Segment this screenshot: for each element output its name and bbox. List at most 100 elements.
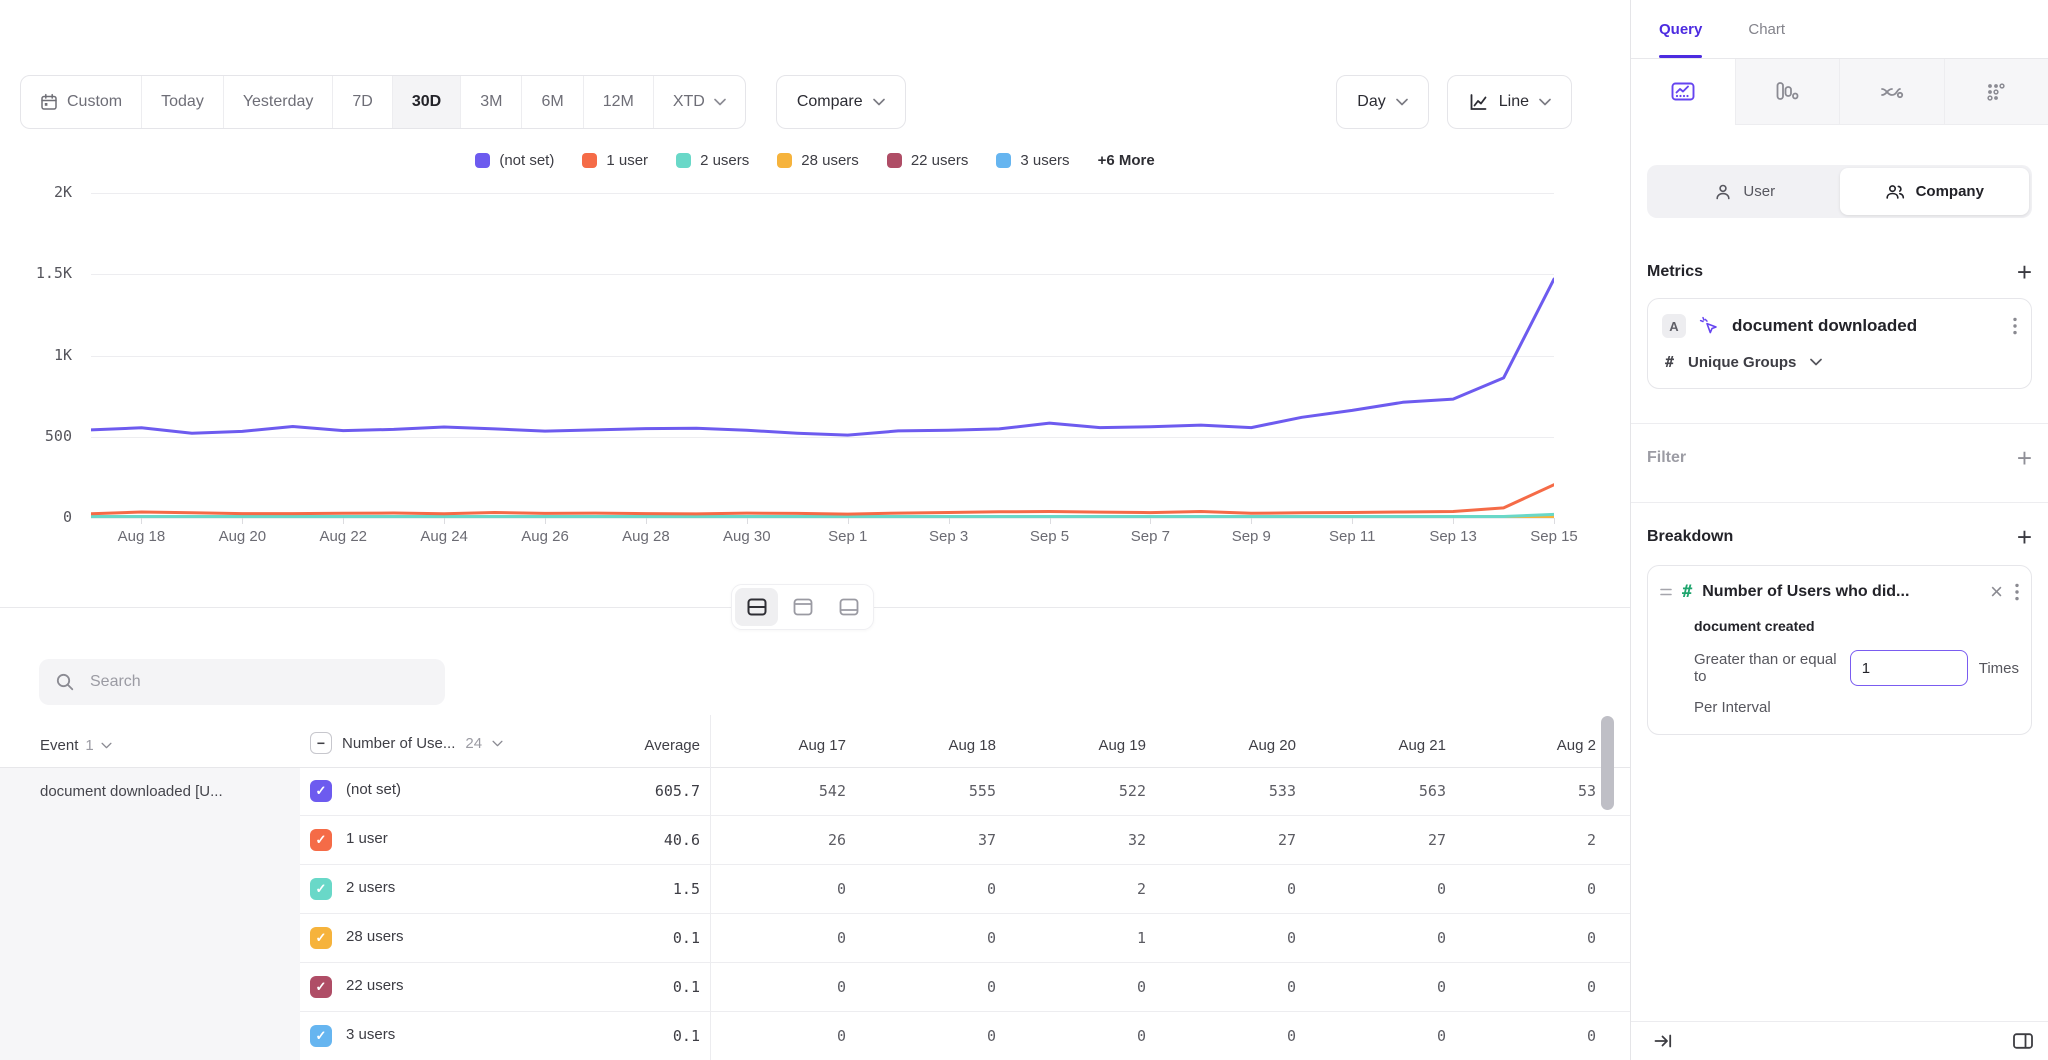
condition-label[interactable]: Greater than or equal to [1694, 651, 1839, 685]
table-view-toggle[interactable] [827, 588, 870, 626]
series-label: 22 users [346, 977, 404, 994]
table-row[interactable]: ✓1 user40.626373227272 [300, 816, 1630, 865]
search-input[interactable] [88, 672, 429, 692]
date-range-label: 30D [412, 93, 441, 111]
remove-breakdown-icon[interactable]: × [1988, 581, 2005, 603]
date-range-3m[interactable]: 3M [461, 76, 522, 128]
split-panel-icon[interactable] [2012, 1032, 2034, 1050]
add-filter-button[interactable]: + [2017, 448, 2032, 468]
date-range-7d[interactable]: 7D [333, 76, 392, 128]
select-all-checkbox[interactable]: − [310, 732, 332, 754]
flows-icon [1879, 80, 1905, 104]
metric-card[interactable]: A document downloaded # Unique Groups [1647, 298, 2032, 389]
report-tab-insights[interactable] [1631, 59, 1735, 125]
event-column-header[interactable]: Event 1 [40, 737, 112, 754]
x-axis-tick [848, 518, 849, 524]
tab-query[interactable]: Query [1659, 0, 1702, 58]
condition-value-input[interactable] [1850, 650, 1968, 686]
series-checkbox[interactable]: ✓ [310, 927, 332, 949]
series-header-label[interactable]: Number of Use... [342, 735, 455, 752]
legend-label: 2 users [700, 152, 749, 169]
date-range-xtd[interactable]: XTD [654, 76, 745, 128]
breakdown-event-name: document created [1694, 618, 2019, 634]
legend-item[interactable]: 2 users [676, 152, 749, 169]
date-column-header: Aug 20 [1160, 737, 1310, 754]
table-cell-value: 0 [1160, 1027, 1310, 1045]
average-value: 605.7 [560, 782, 700, 800]
compare-button[interactable]: Compare [776, 75, 906, 129]
chart-type-dropdown[interactable]: Line [1447, 75, 1572, 129]
series-checkbox[interactable]: ✓ [310, 976, 332, 998]
date-range-30d[interactable]: 30D [393, 76, 461, 128]
table-row[interactable]: ✓28 users0.1001000 [300, 914, 1630, 963]
legend-item[interactable]: 22 users [887, 152, 969, 169]
date-range-custom[interactable]: Custom [21, 76, 142, 128]
series-checkbox[interactable]: ✓ [310, 780, 332, 802]
y-axis-label: 1.5K [8, 264, 72, 282]
x-axis-tick [1453, 518, 1454, 524]
date-range-12m[interactable]: 12M [584, 76, 654, 128]
report-type-tabs [1631, 59, 2048, 125]
series-line--not-set-[interactable] [91, 279, 1554, 435]
table-scrollbar[interactable] [1601, 716, 1614, 810]
kebab-menu-icon[interactable] [2013, 317, 2017, 335]
kebab-menu-icon[interactable] [2015, 583, 2019, 601]
collapse-panel-icon[interactable] [1653, 1032, 1673, 1050]
chart-view-toggle[interactable] [781, 588, 824, 626]
x-axis-tick [444, 518, 445, 524]
per-interval-label[interactable]: Per Interval [1694, 699, 2019, 716]
series-checkbox[interactable]: ✓ [310, 829, 332, 851]
sidebar-bottom-bar [1631, 1021, 2048, 1060]
table-row[interactable]: ✓(not set)605.754255552253356353 [300, 767, 1630, 816]
section-divider [1631, 423, 2048, 424]
series-label: (not set) [346, 781, 401, 798]
interval-dropdown[interactable]: Day [1336, 75, 1428, 129]
table-cell-value: 0 [1160, 978, 1310, 996]
legend-item[interactable]: 3 users [996, 152, 1069, 169]
date-range-today[interactable]: Today [142, 76, 224, 128]
breakdown-card-body: document created Greater than or equal t… [1660, 618, 2019, 716]
table-row[interactable]: ✓22 users0.1000000 [300, 963, 1630, 1012]
report-tab-retention[interactable] [1944, 59, 2048, 125]
series-checkbox[interactable]: ✓ [310, 878, 332, 900]
gridline [91, 518, 1554, 519]
add-metric-button[interactable]: + [2017, 262, 2032, 282]
legend-more-button[interactable]: +6 More [1098, 152, 1155, 169]
date-range-label: 7D [352, 93, 372, 111]
breakdown-card[interactable]: # Number of Users who did... × document … [1647, 565, 2032, 735]
breakdown-condition-row: Greater than or equal to Times [1694, 650, 2019, 686]
table-cell-value: 0 [1310, 880, 1460, 898]
aggregation-dropdown[interactable]: Unique Groups [1688, 354, 1796, 371]
x-axis-label: Sep 7 [1131, 528, 1170, 545]
report-tab-flows[interactable] [1839, 59, 1944, 125]
table-cell-value: 0 [1460, 929, 1610, 947]
table-row[interactable]: ✓2 users1.5002000 [300, 865, 1630, 914]
legend-item[interactable]: 1 user [582, 152, 648, 169]
breakdown-title: Breakdown [1647, 528, 1733, 546]
x-axis-tick [343, 518, 344, 524]
x-axis-label: Aug 20 [219, 528, 267, 545]
breakdown-card-header: # Number of Users who did... × [1660, 581, 2019, 603]
tab-chart[interactable]: Chart [1748, 0, 1785, 58]
legend-item[interactable]: (not set) [475, 152, 554, 169]
event-list-item[interactable]: document downloaded [U... [0, 768, 300, 800]
chart-legend: (not set) 1 user 2 users 28 users 22 users 3 … [0, 152, 1630, 169]
table-row[interactable]: ✓3 users0.1000000 [300, 1012, 1630, 1060]
insights-report: CustomToday Yesterday 7D 30D 3M6M12MXTD Comp… [0, 0, 2048, 1060]
legend-item[interactable]: 28 users [777, 152, 859, 169]
x-axis-tick [1352, 518, 1353, 524]
date-range-yesterday[interactable]: Yesterday [224, 76, 334, 128]
calendar-icon [40, 93, 58, 111]
series-checkbox[interactable]: ✓ [310, 1025, 332, 1047]
add-breakdown-button[interactable]: + [2017, 527, 2032, 547]
x-axis-label: Aug 30 [723, 528, 771, 545]
x-axis-tick [646, 518, 647, 524]
split-view-toggle[interactable] [735, 588, 778, 626]
date-range-6m[interactable]: 6M [522, 76, 583, 128]
entity-option-user[interactable]: User [1650, 168, 1840, 215]
series-line-1-user[interactable] [91, 485, 1554, 514]
entity-option-company[interactable]: Company [1840, 168, 2030, 215]
report-tab-funnels[interactable] [1735, 59, 1840, 125]
date-range-label: Yesterday [243, 93, 314, 111]
drag-handle-icon[interactable] [1660, 587, 1672, 597]
